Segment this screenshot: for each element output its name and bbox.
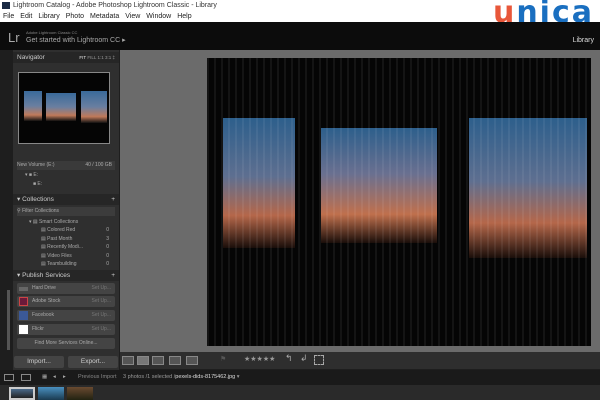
publish-services-header[interactable]: ▾ Publish Services + bbox=[13, 270, 119, 281]
setup-link[interactable]: Set Up... bbox=[92, 324, 111, 335]
zoom-fill[interactable]: FILL bbox=[87, 55, 96, 60]
service-adobe-stock[interactable]: Adobe Stock Set Up... bbox=[17, 296, 115, 307]
collection-name: Colored Red bbox=[47, 227, 76, 233]
collection-count: 0 bbox=[106, 244, 109, 250]
folder-item[interactable]: ▾ ■ E: bbox=[17, 171, 115, 180]
setup-link[interactable]: Set Up... bbox=[92, 310, 111, 321]
folder-item[interactable]: ■ E: bbox=[17, 180, 115, 189]
service-name: Facebook bbox=[32, 312, 54, 318]
loupe-view-button[interactable] bbox=[137, 356, 149, 365]
back-arrow-icon[interactable]: ◂ bbox=[53, 370, 56, 385]
flag-icon[interactable]: ⚑ bbox=[220, 355, 226, 363]
service-name: Adobe Stock bbox=[32, 298, 61, 304]
filter-collections[interactable]: ⚲ Filter Collections bbox=[17, 207, 115, 216]
menu-edit[interactable]: Edit bbox=[20, 13, 32, 20]
navigator-preview[interactable] bbox=[18, 72, 110, 144]
setup-link[interactable]: Set Up... bbox=[92, 283, 111, 294]
thumbnail[interactable] bbox=[67, 387, 93, 400]
zoom-fit[interactable]: FIT bbox=[79, 55, 86, 60]
menu-view[interactable]: View bbox=[125, 13, 140, 20]
flickr-icon bbox=[19, 325, 28, 334]
folder-label: E: bbox=[37, 181, 43, 187]
collections-title: Collections bbox=[22, 196, 54, 203]
thumbnail-selected[interactable] bbox=[9, 387, 35, 400]
filmstrip-bar: ▦ ◂ ▸ Previous Import 3 photos /1 select… bbox=[0, 370, 600, 385]
collection-count: 0 bbox=[106, 227, 109, 233]
menu-metadata[interactable]: Metadata bbox=[90, 13, 119, 20]
facebook-icon bbox=[19, 311, 28, 320]
selected-filename: pexels-dids-8175462.jpg bbox=[175, 374, 236, 380]
product-name: Adobe Lightroom Classic CC bbox=[26, 30, 78, 35]
filmstrip bbox=[0, 385, 600, 400]
menu-window[interactable]: Window bbox=[146, 13, 171, 20]
compare-view-button[interactable] bbox=[152, 356, 164, 365]
collection-name: Teambuilding bbox=[47, 261, 77, 267]
rotate-right-icon[interactable]: ↲ bbox=[300, 353, 308, 364]
collection-item[interactable]: ▤ Recently Modi... 0 bbox=[17, 243, 115, 252]
window-title: Lightroom Catalog - Adobe Photoshop Ligh… bbox=[13, 2, 217, 9]
zoom-3-1[interactable]: 3:1 ‡ bbox=[105, 55, 115, 60]
filename-dropdown[interactable]: ▾ bbox=[237, 374, 240, 380]
adobe-stock-icon bbox=[19, 297, 28, 306]
filter-label: Filter Collections bbox=[22, 208, 60, 214]
collection-name: Recently Modi... bbox=[47, 244, 83, 250]
volume-name: New Volume (E:) bbox=[17, 162, 55, 168]
rotate-left-icon[interactable]: ↰ bbox=[285, 353, 293, 364]
service-name: Flickr bbox=[32, 326, 44, 332]
menu-help[interactable]: Help bbox=[177, 13, 191, 20]
publish-title: Publish Services bbox=[22, 272, 71, 279]
lr-logo: Lr bbox=[8, 30, 20, 45]
find-more-services-button[interactable]: Find More Services Online... bbox=[17, 338, 115, 349]
thumbnail[interactable] bbox=[38, 387, 64, 400]
survey-view-button[interactable] bbox=[169, 356, 181, 365]
service-flickr[interactable]: Flickr Set Up... bbox=[17, 324, 115, 335]
people-view-button[interactable] bbox=[186, 356, 198, 365]
volume-row[interactable]: New Volume (E:) 40 / 100 GB bbox=[17, 161, 115, 170]
menu-photo[interactable]: Photo bbox=[66, 13, 84, 20]
filmstrip-source[interactable]: Previous Import bbox=[78, 370, 117, 385]
forward-arrow-icon[interactable]: ▸ bbox=[63, 370, 66, 385]
service-name: Hard Drive bbox=[32, 285, 56, 291]
toolbar: ⚑ ★★★★★ ↰ ↲ bbox=[120, 352, 600, 369]
setup-link[interactable]: Set Up... bbox=[92, 296, 111, 307]
service-hard-drive[interactable]: Hard Drive Set Up... bbox=[17, 283, 115, 294]
export-button[interactable]: Export... bbox=[68, 356, 118, 368]
collections-header[interactable]: ▾ Collections + bbox=[13, 194, 119, 205]
app-icon bbox=[2, 2, 10, 9]
main-window-icon[interactable] bbox=[4, 374, 14, 381]
star-rating[interactable]: ★★★★★ bbox=[244, 355, 275, 363]
hard-drive-icon bbox=[19, 287, 28, 291]
folder-label: E: bbox=[33, 172, 39, 178]
collection-name: Past Month bbox=[47, 236, 73, 242]
navigator-title: Navigator bbox=[17, 54, 45, 61]
module-library[interactable]: Library bbox=[573, 37, 594, 44]
second-window-icon[interactable] bbox=[21, 374, 31, 381]
crop-icon[interactable] bbox=[314, 355, 324, 365]
get-started-link[interactable]: Get started with Lightroom CC ▸ bbox=[26, 36, 126, 44]
selection-status: 3 photos /1 selected / bbox=[123, 374, 176, 380]
menu-file[interactable]: File bbox=[3, 13, 14, 20]
collection-count: 0 bbox=[106, 261, 109, 267]
service-facebook[interactable]: Facebook Set Up... bbox=[17, 310, 115, 321]
panel-scrollbar[interactable] bbox=[7, 290, 10, 350]
group-label: Smart Collections bbox=[39, 219, 79, 225]
collection-item[interactable]: ▤ Teambuilding 0 bbox=[17, 260, 115, 269]
main-photo[interactable] bbox=[207, 58, 591, 346]
menu-library[interactable]: Library bbox=[38, 13, 59, 20]
zoom-1-1[interactable]: 1:1 bbox=[97, 55, 103, 60]
collection-item[interactable]: ▤ Colored Red 0 bbox=[17, 226, 115, 235]
navigator-header[interactable]: Navigator FIT FILL 1:1 3:1 ‡ bbox=[13, 52, 119, 63]
grid-icon[interactable]: ▦ bbox=[42, 370, 47, 385]
volume-size: 40 / 100 GB bbox=[85, 162, 112, 168]
collection-name: Video Files bbox=[47, 253, 72, 259]
grid-view-button[interactable] bbox=[122, 356, 134, 365]
import-button[interactable]: Import... bbox=[14, 356, 64, 368]
